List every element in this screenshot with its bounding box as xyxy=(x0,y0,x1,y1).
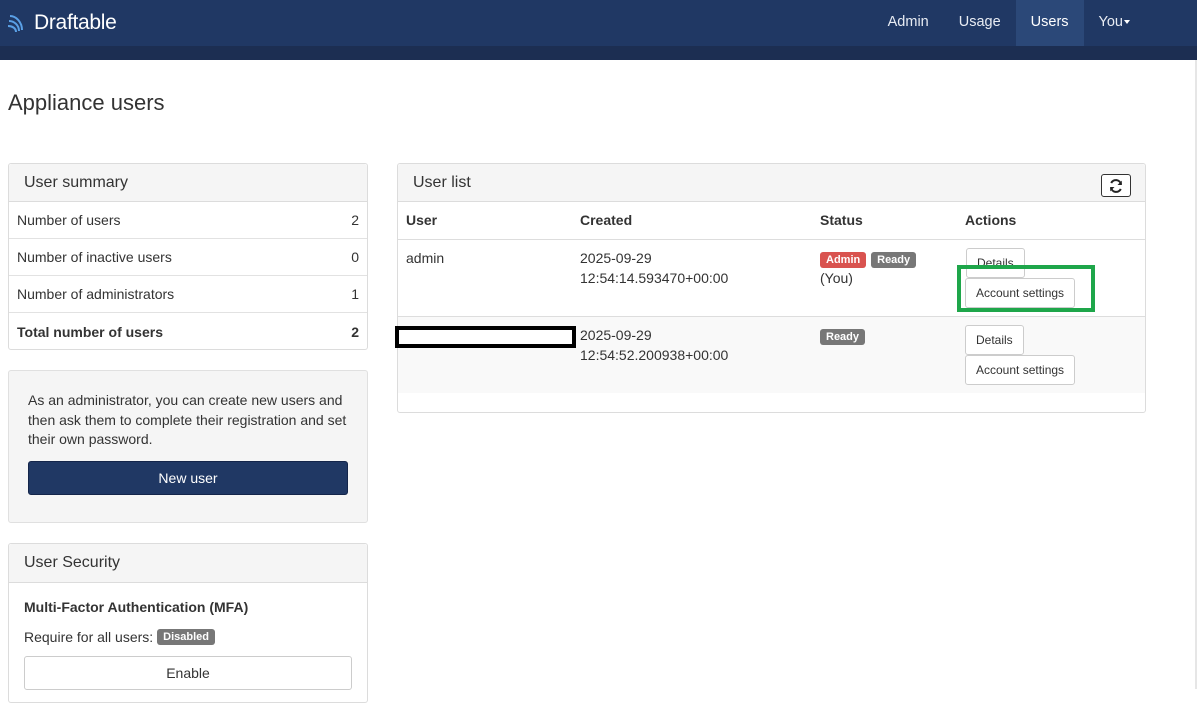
user-list-panel: User list User Created Status Actions ad… xyxy=(397,163,1146,413)
nav-item-you-dropdown[interactable]: You xyxy=(1084,0,1145,46)
details-button[interactable]: Details xyxy=(966,247,1025,278)
draftable-logo-icon xyxy=(8,15,23,33)
brand-logo[interactable]: Draftable xyxy=(8,8,117,38)
new-user-button[interactable]: New user xyxy=(28,460,348,495)
user-list-heading: User list xyxy=(398,164,1145,202)
refresh-button[interactable] xyxy=(1101,174,1131,197)
summary-value: 0 xyxy=(351,249,359,265)
mfa-require-label: Require for all users: xyxy=(24,629,154,645)
summary-row: Number of administrators 1 xyxy=(9,276,367,313)
summary-row: Number of inactive users 0 xyxy=(9,239,367,276)
user-security-heading: User Security xyxy=(9,544,367,583)
status-cell: Admin Ready (You) xyxy=(812,238,957,316)
mfa-status-badge: Disabled xyxy=(157,629,216,645)
status-cell: Ready xyxy=(812,315,957,393)
table-header-row: User Created Status Actions xyxy=(398,202,1145,240)
new-user-info-box: As an administrator, you can create new … xyxy=(8,370,368,523)
column-header-status: Status xyxy=(812,202,957,240)
summary-row: Number of users 2 xyxy=(9,202,367,239)
caret-down-icon xyxy=(1124,20,1130,25)
account-settings-button[interactable]: Account settings xyxy=(965,354,1076,385)
user-summary-heading: User summary xyxy=(9,164,367,202)
brand-name: Draftable xyxy=(34,11,117,34)
ready-badge: Ready xyxy=(871,251,917,268)
column-header-created: Created xyxy=(572,202,812,240)
status-badges: Ready xyxy=(820,325,949,345)
user-summary-panel: User summary Number of users 2 Number of… xyxy=(8,163,368,350)
created-time: 12:54:14.593470+00:00 xyxy=(580,269,729,286)
user-cell: admin xyxy=(398,238,572,316)
user-security-panel: User Security Multi-Factor Authenticatio… xyxy=(8,543,368,703)
navbar-band xyxy=(0,46,1197,60)
created-time: 12:54:52.200938+00:00 xyxy=(580,346,729,363)
summary-value: 2 xyxy=(351,323,359,340)
summary-value: 1 xyxy=(351,286,359,302)
user-table: User Created Status Actions admin 2025-0… xyxy=(398,202,1145,393)
actions-cell: Details Account settings xyxy=(957,315,1145,393)
user-name: admin xyxy=(406,249,445,266)
top-navbar: Draftable Admin Usage Users You xyxy=(0,0,1197,60)
mfa-title: Multi-Factor Authentication (MFA) xyxy=(24,599,249,615)
summary-label: Total number of users xyxy=(17,323,163,340)
you-note: (You) xyxy=(820,269,853,286)
nav-menu: Admin Usage Users You xyxy=(873,0,1145,46)
column-header-actions: Actions xyxy=(957,202,1145,240)
summary-label: Number of administrators xyxy=(17,286,175,302)
enable-mfa-button[interactable]: Enable xyxy=(24,656,352,690)
nav-item-admin[interactable]: Admin xyxy=(873,0,944,46)
account-settings-button[interactable]: Account settings xyxy=(965,277,1076,308)
created-cell: 2025-09-29 12:54:14.593470+00:00 xyxy=(572,238,812,316)
summary-value: 2 xyxy=(351,212,359,228)
actions-cell: Details Account settings xyxy=(957,238,1145,316)
status-badges: Admin Ready xyxy=(820,248,949,268)
ready-badge: Ready xyxy=(820,328,866,345)
details-button[interactable]: Details xyxy=(965,324,1024,355)
summary-label: Number of users xyxy=(17,212,121,228)
table-row: admin 2025-09-29 12:54:14.593470+00:00 A… xyxy=(398,238,1145,316)
created-date: 2025-09-29 xyxy=(580,326,652,343)
created-cell: 2025-09-29 12:54:52.200938+00:00 xyxy=(572,315,812,393)
redacted-username-box xyxy=(395,326,576,348)
page-title: Appliance users xyxy=(8,90,165,115)
summary-row-total: Total number of users 2 xyxy=(9,313,367,350)
nav-item-you-label: You xyxy=(1098,14,1123,30)
admin-info-text: As an administrator, you can create new … xyxy=(28,392,347,447)
column-header-user: User xyxy=(398,202,572,240)
nav-item-usage[interactable]: Usage xyxy=(944,0,1016,46)
user-list-title: User list xyxy=(413,174,471,191)
created-date: 2025-09-29 xyxy=(580,249,652,266)
nav-item-users[interactable]: Users xyxy=(1015,0,1084,46)
refresh-icon xyxy=(1110,178,1122,193)
user-security-body: Multi-Factor Authentication (MFA) Requir… xyxy=(9,583,367,706)
admin-badge: Admin xyxy=(820,251,867,268)
mfa-require-row: Require for all users: Disabled xyxy=(24,629,352,645)
summary-label: Number of inactive users xyxy=(17,249,172,265)
